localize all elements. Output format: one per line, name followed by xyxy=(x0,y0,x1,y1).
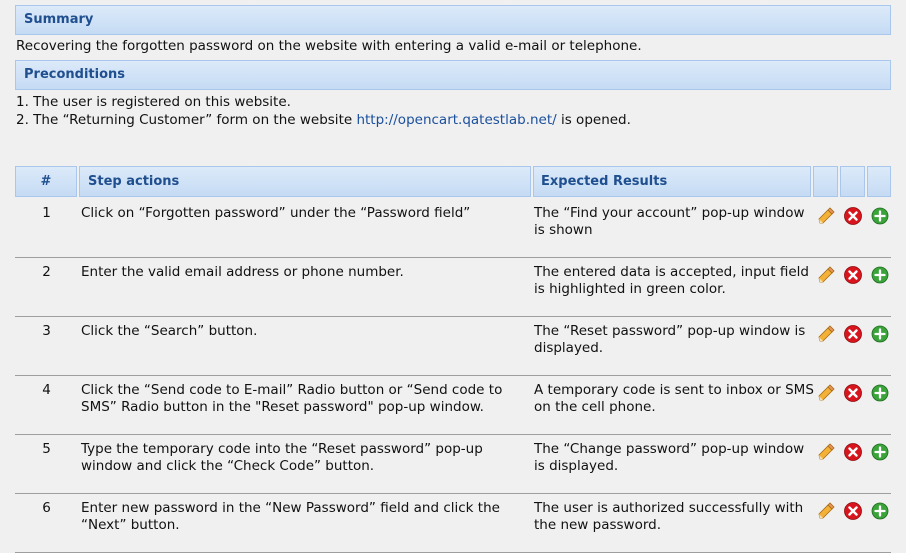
summary-text: Recovering the forgotten password on the… xyxy=(16,38,642,54)
precondition-1: 1. The user is registered on this websit… xyxy=(16,94,291,110)
add-icon[interactable] xyxy=(870,265,890,285)
column-header-add xyxy=(867,166,891,197)
delete-icon[interactable] xyxy=(843,265,863,285)
table-row: 3 Click the “Search” button. The “Reset pa… xyxy=(15,317,891,376)
precondition-link[interactable]: http://opencart.qatestlab.net/ xyxy=(356,112,556,128)
table-row: 2 Enter the valid email address or phone … xyxy=(15,258,891,317)
step-action: Type the temporary code into the “Reset … xyxy=(81,441,483,474)
add-icon[interactable] xyxy=(870,442,890,462)
row-actions xyxy=(816,265,891,285)
step-number: 3 xyxy=(42,323,51,339)
table-row: 6 Enter new password in the “New Password… xyxy=(15,494,891,553)
step-number: 5 xyxy=(42,441,51,457)
pencil-icon[interactable] xyxy=(816,206,836,226)
summary-header: Summary xyxy=(15,5,891,35)
column-header-num: # xyxy=(15,166,77,197)
step-number: 4 xyxy=(42,382,51,398)
pencil-icon[interactable] xyxy=(816,501,836,521)
precondition-2-before: 2. The “Returning Customer” form on the … xyxy=(16,112,357,128)
expected-result: The “Find your account” pop-up window is… xyxy=(534,205,805,238)
precondition-2-after: is opened. xyxy=(556,112,631,128)
pencil-icon[interactable] xyxy=(816,265,836,285)
delete-icon[interactable] xyxy=(843,383,863,403)
step-number: 1 xyxy=(42,205,51,221)
delete-icon[interactable] xyxy=(843,206,863,226)
preconditions-header: Preconditions xyxy=(15,60,891,90)
table-row: 1 Click on “Forgotten password” under the… xyxy=(15,199,891,258)
column-header-edit xyxy=(813,166,838,197)
step-action: Click the “Send code to E-mail” Radio bu… xyxy=(81,382,503,415)
step-number: 6 xyxy=(42,500,51,516)
step-number: 2 xyxy=(42,264,51,280)
add-icon[interactable] xyxy=(870,383,890,403)
pencil-icon[interactable] xyxy=(816,383,836,403)
delete-icon[interactable] xyxy=(843,324,863,344)
delete-icon[interactable] xyxy=(843,501,863,521)
expected-result: The “Change password” pop-up window is d… xyxy=(534,441,805,474)
row-actions xyxy=(816,206,891,226)
table-row: 5 Type the temporary code into the “Reset… xyxy=(15,435,891,494)
column-header-step: Step actions xyxy=(79,166,531,197)
column-header-delete xyxy=(840,166,865,197)
table-row: 4 Click the “Send code to E-mail” Radio b… xyxy=(15,376,891,435)
pencil-icon[interactable] xyxy=(816,324,836,344)
step-action: Enter the valid email address or phone n… xyxy=(81,264,404,280)
add-icon[interactable] xyxy=(870,501,890,521)
step-action: Click the “Search” button. xyxy=(81,323,258,339)
expected-result: The “Reset password” pop-up window is di… xyxy=(534,323,806,356)
pencil-icon[interactable] xyxy=(816,442,836,462)
precondition-2: 2. The “Returning Customer” form on the … xyxy=(16,112,631,128)
step-action: Enter new password in the “New Password”… xyxy=(81,500,500,533)
expected-result: A temporary code is sent to inbox or SMS… xyxy=(534,382,814,415)
row-actions xyxy=(816,501,891,521)
row-actions xyxy=(816,383,891,403)
add-icon[interactable] xyxy=(870,324,890,344)
expected-result: The user is authorized successfully with… xyxy=(534,500,804,533)
add-icon[interactable] xyxy=(870,206,890,226)
delete-icon[interactable] xyxy=(843,442,863,462)
row-actions xyxy=(816,324,891,344)
row-actions xyxy=(816,442,891,462)
expected-result: The entered data is accepted, input fiel… xyxy=(534,264,809,297)
column-header-expected: Expected Results xyxy=(533,166,811,197)
step-action: Click on “Forgotten password” under the … xyxy=(81,205,471,221)
